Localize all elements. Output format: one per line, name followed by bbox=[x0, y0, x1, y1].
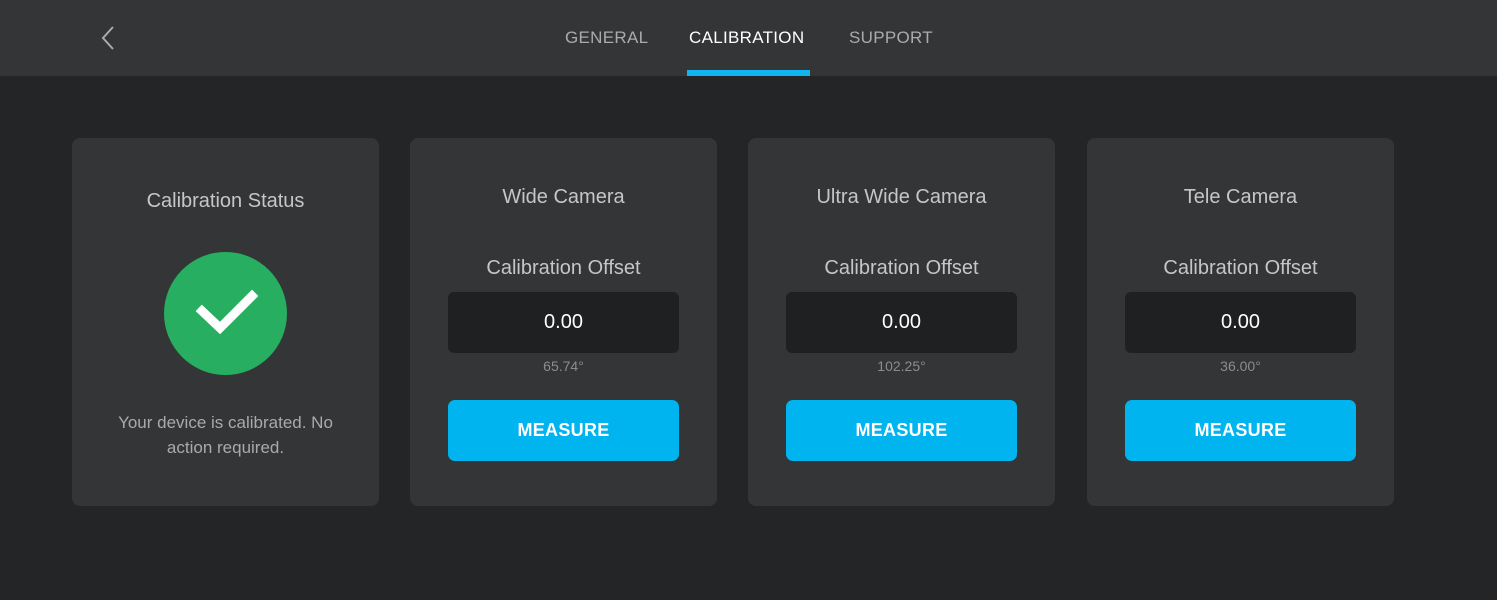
camera-title: Wide Camera bbox=[502, 186, 625, 208]
field-of-view-value: 36.00° bbox=[1220, 358, 1261, 374]
status-message: Your device is calibrated. No action req… bbox=[118, 413, 333, 457]
checkmark-icon bbox=[195, 289, 259, 335]
field-of-view-value: 65.74° bbox=[543, 358, 584, 374]
camera-title: Ultra Wide Camera bbox=[816, 186, 987, 208]
offset-input[interactable] bbox=[448, 292, 679, 353]
measure-button[interactable]: MEASURE bbox=[786, 400, 1017, 461]
status-card-title: Calibration Status bbox=[146, 190, 305, 212]
status-indicator bbox=[164, 252, 287, 375]
offset-label: Calibration Offset bbox=[486, 257, 641, 279]
tab-calibration[interactable]: CALIBRATION bbox=[689, 28, 804, 48]
measure-button[interactable]: MEASURE bbox=[1125, 400, 1356, 461]
offset-label: Calibration Offset bbox=[824, 257, 979, 279]
tab-bar: GENERAL CALIBRATION SUPPORT bbox=[0, 0, 1497, 76]
tab-general[interactable]: GENERAL bbox=[565, 28, 648, 48]
field-of-view-value: 102.25° bbox=[877, 358, 926, 374]
wide-camera-card: Wide Camera Calibration Offset 65.74° ME… bbox=[410, 138, 717, 506]
tele-camera-card: Tele Camera Calibration Offset 36.00° ME… bbox=[1087, 138, 1394, 506]
offset-input[interactable] bbox=[786, 292, 1017, 353]
calibration-status-card: Calibration Status Your device is calibr… bbox=[72, 138, 379, 506]
tab-support[interactable]: SUPPORT bbox=[849, 28, 933, 48]
offset-label: Calibration Offset bbox=[1163, 257, 1318, 279]
top-navigation-bar: GENERAL CALIBRATION SUPPORT bbox=[0, 0, 1497, 76]
offset-input[interactable] bbox=[1125, 292, 1356, 353]
measure-button[interactable]: MEASURE bbox=[448, 400, 679, 461]
active-tab-indicator bbox=[687, 70, 810, 76]
ultra-wide-camera-card: Ultra Wide Camera Calibration Offset 102… bbox=[748, 138, 1055, 506]
camera-title: Tele Camera bbox=[1183, 186, 1298, 208]
